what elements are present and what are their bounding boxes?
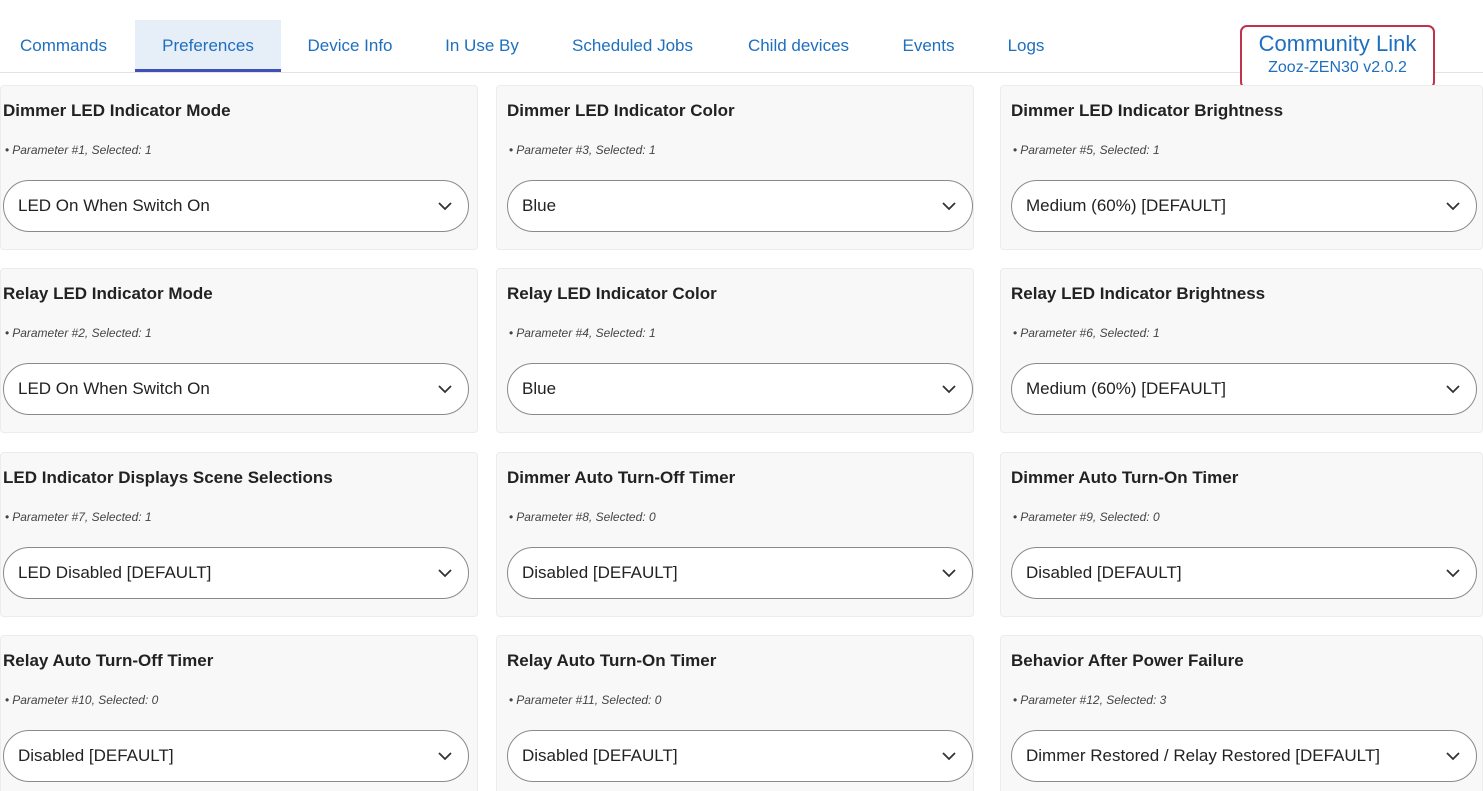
pref-card-relay-led-brightness: Relay LED Indicator Brightness • Paramete… (1000, 268, 1483, 433)
pref-title: Dimmer LED Indicator Mode (3, 101, 231, 120)
pref-title: Relay Auto Turn-On Timer (507, 651, 717, 670)
pref-card-relay-led-mode: Relay LED Indicator Mode • Parameter #2, … (0, 268, 478, 433)
pref-card-power-failure: Behavior After Power Failure • Parameter … (1000, 635, 1483, 791)
pref-param-info: • Parameter #7, Selected: 1 (5, 510, 152, 524)
pref-title: Dimmer Auto Turn-Off Timer (507, 468, 736, 487)
pref-select-power-failure[interactable]: Dimmer Restored / Relay Restored [DEFAUL… (1011, 730, 1477, 782)
tab-device-info[interactable]: Device Info (291, 20, 409, 72)
select-value: LED Disabled [DEFAULT] (18, 563, 212, 582)
chevron-down-icon (942, 569, 956, 578)
pref-card-relay-led-color: Relay LED Indicator Color • Parameter #4,… (496, 268, 974, 433)
tab-preferences[interactable]: Preferences (135, 20, 281, 72)
select-value: LED On When Switch On (18, 379, 210, 398)
tab-in-use-by[interactable]: In Use By (430, 20, 534, 72)
driver-version: Zooz-ZEN30 v2.0.2 (1268, 59, 1407, 76)
pref-select-dimmer-auto-off[interactable]: Disabled [DEFAULT] (507, 547, 973, 599)
pref-param-info: • Parameter #4, Selected: 1 (509, 326, 656, 340)
pref-card-dimmer-led-brightness: Dimmer LED Indicator Brightness • Paramet… (1000, 85, 1483, 250)
select-value: Disabled [DEFAULT] (18, 746, 174, 765)
pref-select-dimmer-led-mode[interactable]: LED On When Switch On (3, 180, 469, 232)
select-value: Disabled [DEFAULT] (522, 746, 678, 765)
chevron-down-icon (1446, 569, 1460, 578)
community-link-box: Community Link Zooz-ZEN30 v2.0.2 (1240, 25, 1435, 89)
pref-param-info: • Parameter #12, Selected: 3 (1013, 693, 1167, 707)
pref-card-dimmer-led-color: Dimmer LED Indicator Color • Parameter #3… (496, 85, 974, 250)
tab-commands[interactable]: Commands (0, 20, 127, 72)
select-value: Blue (522, 379, 557, 398)
pref-select-relay-led-color[interactable]: Blue (507, 363, 973, 415)
pref-title: Dimmer LED Indicator Brightness (1011, 101, 1284, 120)
pref-param-info: • Parameter #9, Selected: 0 (1013, 510, 1160, 524)
pref-card-dimmer-auto-on: Dimmer Auto Turn-On Timer • Parameter #9,… (1000, 452, 1483, 617)
pref-select-relay-auto-off[interactable]: Disabled [DEFAULT] (3, 730, 469, 782)
pref-select-dimmer-led-brightness[interactable]: Medium (60%) [DEFAULT] (1011, 180, 1477, 232)
pref-title: Relay LED Indicator Color (507, 284, 717, 303)
pref-select-relay-led-mode[interactable]: LED On When Switch On (3, 363, 469, 415)
pref-param-info: • Parameter #6, Selected: 1 (1013, 326, 1160, 340)
chevron-down-icon (942, 752, 956, 761)
pref-title: Relay LED Indicator Mode (3, 284, 213, 303)
pref-select-dimmer-led-color[interactable]: Blue (507, 180, 973, 232)
chevron-down-icon (438, 385, 452, 394)
chevron-down-icon (942, 202, 956, 211)
pref-title: Relay LED Indicator Brightness (1011, 284, 1266, 303)
pref-title: Relay Auto Turn-Off Timer (3, 651, 214, 670)
chevron-down-icon (1446, 202, 1460, 211)
pref-select-relay-auto-on[interactable]: Disabled [DEFAULT] (507, 730, 973, 782)
tab-scheduled-jobs[interactable]: Scheduled Jobs (555, 20, 710, 72)
pref-param-info: • Parameter #11, Selected: 0 (509, 693, 662, 707)
chevron-down-icon (438, 569, 452, 578)
pref-card-dimmer-auto-off: Dimmer Auto Turn-Off Timer • Parameter #8… (496, 452, 974, 617)
pref-param-info: • Parameter #3, Selected: 1 (509, 143, 656, 157)
pref-param-info: • Parameter #5, Selected: 1 (1013, 143, 1160, 157)
chevron-down-icon (942, 385, 956, 394)
chevron-down-icon (1446, 385, 1460, 394)
pref-card-relay-auto-on: Relay Auto Turn-On Timer • Parameter #11,… (496, 635, 974, 791)
select-value: Blue (522, 196, 557, 215)
select-value: Disabled [DEFAULT] (522, 563, 678, 582)
pref-title: LED Indicator Displays Scene Selections (3, 468, 333, 487)
chevron-down-icon (438, 752, 452, 761)
tab-events[interactable]: Events (887, 20, 970, 72)
pref-title: Dimmer Auto Turn-On Timer (1011, 468, 1239, 487)
pref-select-led-scene-selections[interactable]: LED Disabled [DEFAULT] (3, 547, 469, 599)
select-value: Dimmer Restored / Relay Restored [DEFAUL… (1026, 746, 1380, 765)
select-value: LED On When Switch On (18, 196, 210, 215)
pref-card-led-scene-selections: LED Indicator Displays Scene Selections … (0, 452, 478, 617)
pref-card-dimmer-led-mode: Dimmer LED Indicator Mode • Parameter #1,… (0, 85, 478, 250)
pref-param-info: • Parameter #10, Selected: 0 (5, 693, 159, 707)
pref-title: Behavior After Power Failure (1011, 651, 1244, 670)
pref-title: Dimmer LED Indicator Color (507, 101, 735, 120)
chevron-down-icon (1446, 752, 1460, 761)
pref-param-info: • Parameter #1, Selected: 1 (5, 143, 152, 157)
select-value: Disabled [DEFAULT] (1026, 563, 1182, 582)
community-link[interactable]: Community Link (1242, 30, 1433, 58)
pref-param-info: • Parameter #8, Selected: 0 (509, 510, 656, 524)
select-value: Medium (60%) [DEFAULT] (1026, 379, 1226, 398)
tab-logs[interactable]: Logs (991, 20, 1061, 72)
tab-child-devices[interactable]: Child devices (731, 20, 866, 72)
pref-select-dimmer-auto-on[interactable]: Disabled [DEFAULT] (1011, 547, 1477, 599)
pref-card-relay-auto-off: Relay Auto Turn-Off Timer • Parameter #10… (0, 635, 478, 791)
pref-param-info: • Parameter #2, Selected: 1 (5, 326, 152, 340)
clipped-header-fragment (255, 0, 315, 4)
device-page: Commands Preferences Device Info In Use … (0, 0, 1483, 791)
pref-select-relay-led-brightness[interactable]: Medium (60%) [DEFAULT] (1011, 363, 1477, 415)
chevron-down-icon (438, 202, 452, 211)
select-value: Medium (60%) [DEFAULT] (1026, 196, 1226, 215)
